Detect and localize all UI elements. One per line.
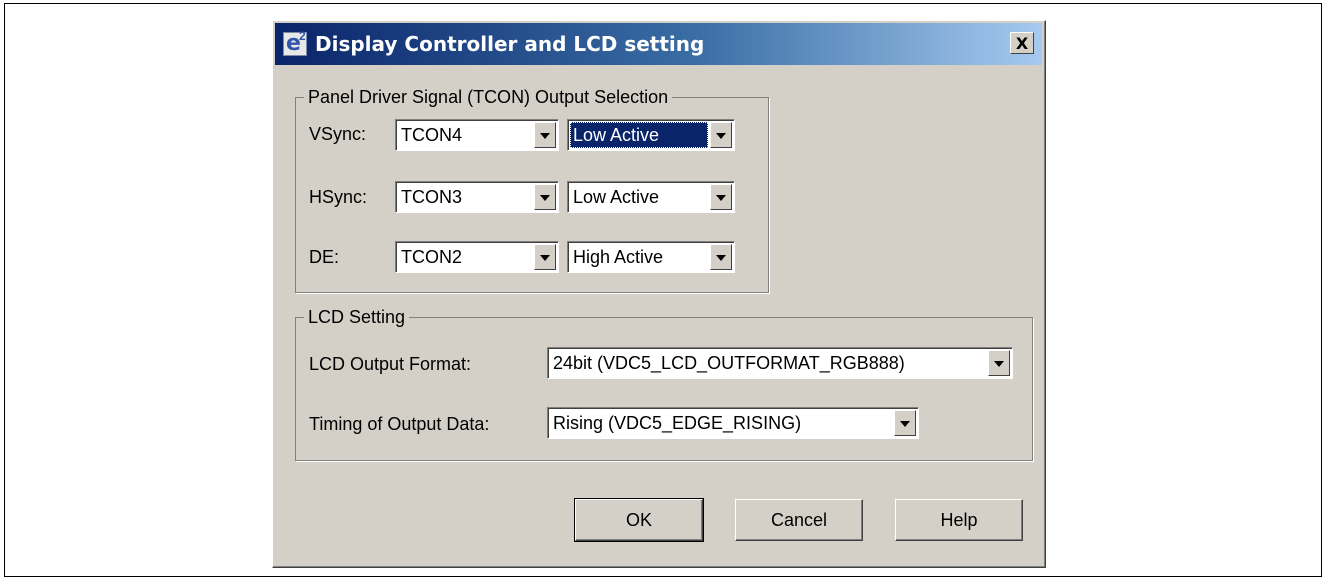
de-tcon-select[interactable]: TCON2 xyxy=(395,241,559,273)
chevron-down-icon[interactable] xyxy=(534,122,556,148)
chevron-down-icon[interactable] xyxy=(710,184,732,210)
lcd-output-format-value: 24bit (VDC5_LCD_OUTFORMAT_RGB888) xyxy=(553,353,905,373)
chevron-down-icon[interactable] xyxy=(988,350,1010,376)
hsync-tcon-value: TCON3 xyxy=(401,187,463,207)
ok-button[interactable]: OK xyxy=(574,498,704,542)
e2-studio-icon: e2 xyxy=(283,29,307,56)
close-icon: X xyxy=(1015,33,1029,53)
timing-output-label: Timing of Output Data: xyxy=(309,414,490,434)
cancel-button[interactable]: Cancel xyxy=(735,499,863,541)
help-button[interactable]: Help xyxy=(895,499,1023,541)
chevron-down-icon[interactable] xyxy=(534,244,556,270)
hsync-polarity-select[interactable]: Low Active xyxy=(567,181,735,213)
de-polarity-value: High Active xyxy=(573,247,664,267)
chevron-down-icon[interactable] xyxy=(894,410,916,436)
chevron-down-icon[interactable] xyxy=(710,122,732,148)
de-polarity-select[interactable]: High Active xyxy=(567,241,735,273)
tcon-group-legend: Panel Driver Signal (TCON) Output Select… xyxy=(308,87,669,107)
dialog-window: e2 Display Controller and LCD setting X … xyxy=(272,20,1046,568)
close-button[interactable]: X xyxy=(1010,32,1034,54)
vsync-tcon-value: TCON4 xyxy=(401,125,463,145)
de-label: DE: xyxy=(309,247,340,267)
vsync-polarity-value: Low Active xyxy=(570,122,708,148)
hsync-label: HSync: xyxy=(309,187,368,207)
hsync-tcon-select[interactable]: TCON3 xyxy=(395,181,559,213)
lcd-group-legend: LCD Setting xyxy=(308,307,406,327)
chevron-down-icon[interactable] xyxy=(534,184,556,210)
vsync-polarity-select[interactable]: Low Active xyxy=(567,119,735,151)
lcd-output-format-label: LCD Output Format: xyxy=(309,354,472,374)
title-bar[interactable]: e2 Display Controller and LCD setting X xyxy=(275,23,1042,65)
timing-output-value: Rising (VDC5_EDGE_RISING) xyxy=(553,413,802,433)
lcd-output-format-select[interactable]: 24bit (VDC5_LCD_OUTFORMAT_RGB888) xyxy=(547,347,1013,379)
hsync-polarity-value: Low Active xyxy=(573,187,660,207)
chevron-down-icon[interactable] xyxy=(710,244,732,270)
window-title: Display Controller and LCD setting xyxy=(315,32,705,56)
de-tcon-value: TCON2 xyxy=(401,247,463,267)
vsync-label: VSync: xyxy=(309,124,367,144)
timing-output-select[interactable]: Rising (VDC5_EDGE_RISING) xyxy=(547,407,919,439)
vsync-tcon-select[interactable]: TCON4 xyxy=(395,119,559,151)
